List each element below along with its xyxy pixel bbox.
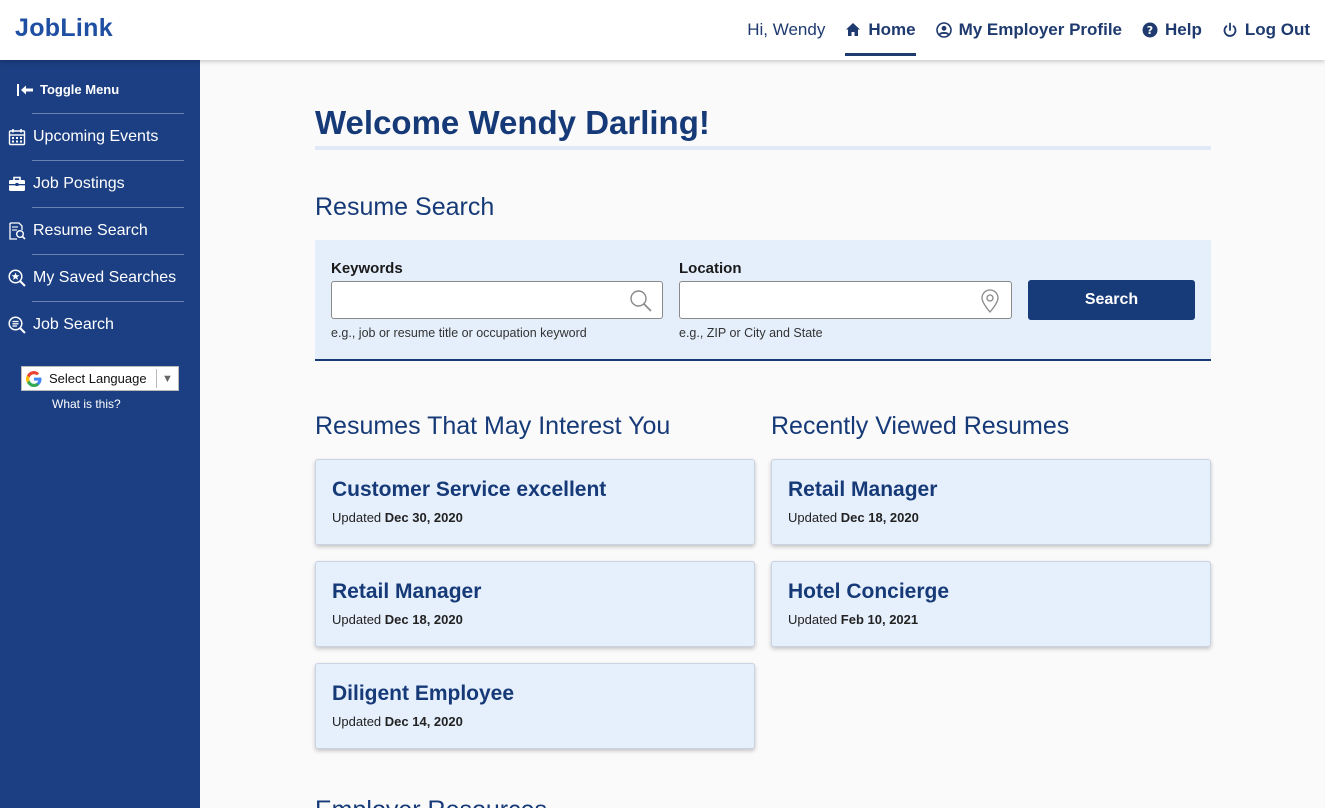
search-button[interactable]: Search bbox=[1028, 280, 1195, 320]
resume-search-panel: Keywords e.g., job or resume title or oc… bbox=[315, 240, 1211, 361]
employer-resources-heading: Employer Resources bbox=[315, 796, 547, 808]
resume-card-title: Customer Service excellent bbox=[332, 478, 607, 501]
resume-card[interactable]: Customer Service excellent Updated Dec 3… bbox=[315, 459, 755, 545]
recent-resume-card[interactable]: Retail Manager Updated Dec 18, 2020 bbox=[771, 459, 1211, 545]
home-icon bbox=[846, 23, 861, 36]
nav-employer-profile[interactable]: My Employer Profile bbox=[935, 0, 1122, 60]
keywords-hint: e.g., job or resume title or occupation … bbox=[331, 326, 587, 340]
keywords-input[interactable] bbox=[332, 282, 662, 318]
keywords-label: Keywords bbox=[331, 260, 403, 277]
star-search-icon bbox=[7, 268, 27, 288]
dropdown-caret-icon: ▼ bbox=[156, 369, 178, 388]
sidebar-item-resume-search[interactable]: Resume Search bbox=[7, 207, 184, 254]
page-title: Welcome Wendy Darling! bbox=[315, 104, 710, 141]
resume-card-title: Hotel Concierge bbox=[788, 580, 950, 603]
sidebar-item-upcoming-events[interactable]: Upcoming Events bbox=[7, 113, 184, 160]
search-list-icon bbox=[7, 315, 27, 335]
svg-text:?: ? bbox=[1147, 24, 1153, 37]
user-greeting: Hi, Wendy bbox=[747, 20, 826, 39]
document-search-icon bbox=[7, 221, 27, 241]
updated-date: Feb 10, 2021 bbox=[840, 612, 919, 627]
recent-heading: Recently Viewed Resumes bbox=[771, 412, 1070, 440]
resume-card-title: Retail Manager bbox=[332, 580, 482, 603]
location-input[interactable] bbox=[680, 282, 1011, 318]
nav-help[interactable]: ? Help bbox=[1142, 0, 1202, 60]
nav-logout[interactable]: Log Out bbox=[1222, 0, 1310, 60]
sidebar-item-job-postings[interactable]: Job Postings bbox=[7, 160, 184, 207]
nav-home[interactable]: Home bbox=[845, 0, 916, 60]
updated-prefix: Updated bbox=[332, 510, 382, 525]
google-icon bbox=[26, 370, 42, 387]
updated-prefix: Updated bbox=[788, 510, 838, 525]
top-navigation: Hi, Wendy Home My Employer Profile ? Hel… bbox=[747, 0, 1310, 60]
toggle-menu-button[interactable]: Toggle Menu bbox=[16, 82, 119, 97]
sidebar-item-job-search[interactable]: Job Search bbox=[7, 301, 184, 348]
language-select-label: Select Language bbox=[49, 371, 147, 386]
briefcase-icon bbox=[7, 174, 27, 194]
location-hint: e.g., ZIP or City and State bbox=[679, 326, 823, 340]
language-help-link[interactable]: What is this? bbox=[52, 397, 121, 411]
toggle-menu-icon bbox=[17, 83, 33, 96]
resume-card-title: Diligent Employee bbox=[332, 682, 515, 705]
nav-home-label: Home bbox=[868, 20, 916, 39]
sidebar-item-my-saved-searches[interactable]: My Saved Searches bbox=[7, 254, 184, 301]
toggle-menu-label: Toggle Menu bbox=[40, 82, 120, 97]
sidebar-item-label: Job Postings bbox=[33, 174, 125, 192]
resume-card[interactable]: Diligent Employee Updated Dec 14, 2020 bbox=[315, 663, 755, 749]
location-label: Location bbox=[679, 260, 742, 277]
resume-card[interactable]: Retail Manager Updated Dec 18, 2020 bbox=[315, 561, 755, 647]
help-icon: ? bbox=[1142, 22, 1158, 38]
brand-logo[interactable]: JobLink bbox=[15, 14, 113, 43]
resume-card-updated: Updated Dec 18, 2020 bbox=[788, 510, 919, 525]
updated-date: Dec 18, 2020 bbox=[384, 612, 463, 627]
recent-resume-card[interactable]: Hotel Concierge Updated Feb 10, 2021 bbox=[771, 561, 1211, 647]
resume-card-title: Retail Manager bbox=[788, 478, 938, 501]
nav-logout-label: Log Out bbox=[1244, 20, 1310, 39]
updated-prefix: Updated bbox=[332, 714, 382, 729]
sidebar-item-label: Resume Search bbox=[33, 221, 148, 239]
resume-search-heading: Resume Search bbox=[315, 193, 495, 221]
updated-prefix: Updated bbox=[788, 612, 838, 627]
power-icon bbox=[1223, 22, 1237, 37]
updated-date: Dec 18, 2020 bbox=[840, 510, 919, 525]
updated-prefix: Updated bbox=[332, 612, 382, 627]
title-underline bbox=[315, 146, 1211, 150]
nav-help-label: Help bbox=[1165, 20, 1202, 39]
resume-card-updated: Updated Feb 10, 2021 bbox=[788, 612, 918, 627]
sidebar-item-label: Upcoming Events bbox=[33, 127, 159, 145]
sidebar-item-label: My Saved Searches bbox=[33, 268, 177, 286]
user-circle-icon bbox=[935, 22, 952, 38]
updated-date: Dec 30, 2020 bbox=[384, 510, 463, 525]
sidebar: Toggle Menu Upcoming Events Job Postings… bbox=[0, 60, 200, 808]
nav-employer-profile-label: My Employer Profile bbox=[958, 20, 1122, 39]
location-field-wrapper bbox=[679, 281, 1012, 319]
sidebar-item-label: Job Search bbox=[33, 315, 114, 333]
language-select[interactable]: Select Language ▼ bbox=[21, 366, 179, 391]
search-icon bbox=[630, 290, 652, 312]
interest-heading: Resumes That May Interest You bbox=[315, 412, 671, 440]
resume-card-updated: Updated Dec 14, 2020 bbox=[332, 714, 463, 729]
keywords-field-wrapper bbox=[331, 281, 663, 319]
map-pin-icon bbox=[981, 289, 999, 313]
calendar-icon bbox=[7, 127, 27, 147]
updated-date: Dec 14, 2020 bbox=[384, 714, 463, 729]
top-header: JobLink Hi, Wendy Home My Employer Profi… bbox=[0, 0, 1325, 60]
resume-card-updated: Updated Dec 18, 2020 bbox=[332, 612, 463, 627]
resume-card-updated: Updated Dec 30, 2020 bbox=[332, 510, 463, 525]
